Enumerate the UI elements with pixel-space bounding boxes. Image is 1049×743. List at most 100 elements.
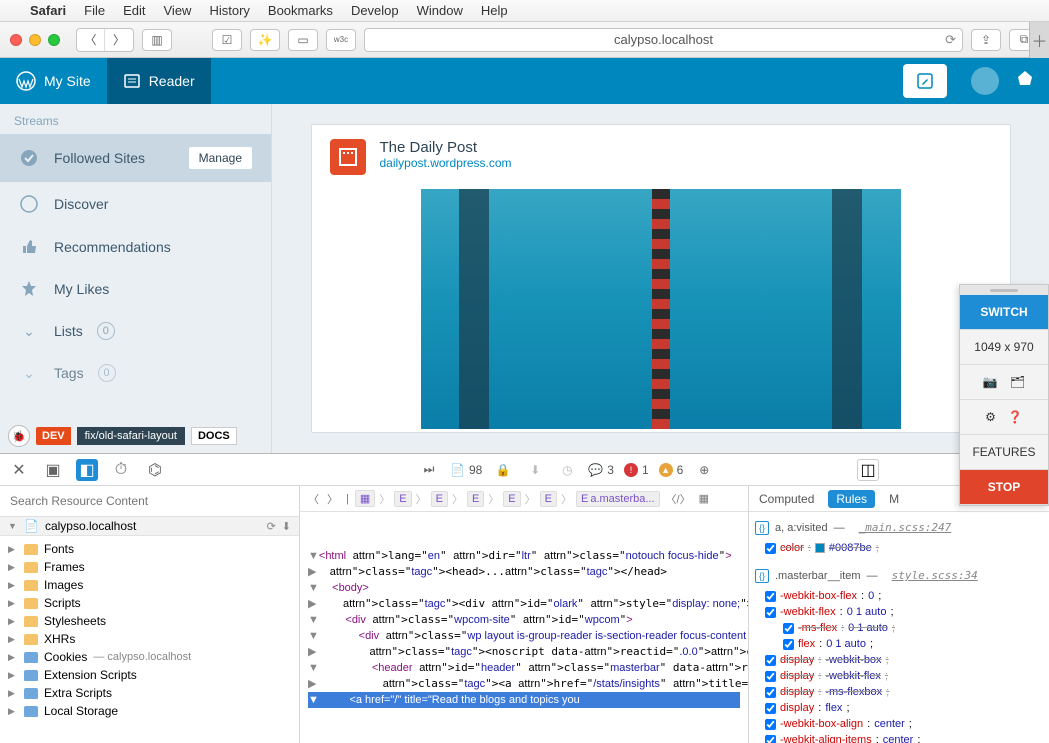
app-name[interactable]: Safari xyxy=(30,3,66,18)
zoom-window-button[interactable] xyxy=(48,34,60,46)
crumb-e5[interactable]: E xyxy=(540,491,557,507)
crumb-back[interactable]: 〈 xyxy=(306,491,321,507)
camera-icon[interactable]: 📷 xyxy=(983,375,998,389)
gear-icon[interactable]: ⚙ xyxy=(985,410,996,424)
source-code[interactable]: ▼<html attrn">lang="en" attrn">dir="ltr"… xyxy=(300,512,748,743)
bug-icon[interactable]: 🐞 xyxy=(8,425,30,447)
computed-tab[interactable]: Computed xyxy=(759,492,814,506)
menu-view[interactable]: View xyxy=(164,3,192,18)
download-icon[interactable]: ⟳ xyxy=(267,520,276,533)
crumb-leaf[interactable]: E a.masterba... xyxy=(576,491,660,507)
tool-icon-1[interactable]: ☑ xyxy=(212,29,242,51)
message-count[interactable]: 💬 3 xyxy=(588,463,614,477)
tree-folder[interactable]: ▶XHRs xyxy=(0,630,299,648)
reader-label: Reader xyxy=(149,73,195,89)
new-tab-button[interactable]: ＋ xyxy=(1029,22,1049,58)
stop-button[interactable]: STOP xyxy=(960,470,1048,505)
sidebar-item-discover[interactable]: Discover xyxy=(0,182,271,226)
sidebar-toggle-button[interactable]: ▥ xyxy=(142,29,172,51)
write-button[interactable] xyxy=(903,64,947,98)
elements-tab-icon[interactable]: ◧ xyxy=(76,459,98,481)
code-icon[interactable]: 〈/〉 xyxy=(664,491,693,507)
reader-sidebar: Streams Followed Sites Manage Discover R… xyxy=(0,104,272,453)
post-site-url[interactable]: dailypost.wordpress.com xyxy=(380,156,512,170)
tool-icon-2[interactable]: ▭ xyxy=(288,29,318,51)
crumb-e1[interactable]: E xyxy=(394,491,411,507)
close-window-button[interactable] xyxy=(10,34,22,46)
docs-badge[interactable]: DOCS xyxy=(191,427,237,445)
forward-button[interactable]: 〉 xyxy=(105,29,133,51)
menu-history[interactable]: History xyxy=(209,3,249,18)
sidebar-item-lists[interactable]: ⌄ Lists 0 xyxy=(0,310,271,352)
dev-overlay-panel[interactable]: SWITCH 1049 x 970 📷 🗂 ⚙ ❓ FEATURES STOP xyxy=(959,284,1049,506)
menu-develop[interactable]: Develop xyxy=(351,3,399,18)
tree-folder[interactable]: ▶Scripts xyxy=(0,594,299,612)
reader-link[interactable]: Reader xyxy=(107,58,211,104)
dock-side-button[interactable]: ◫ xyxy=(857,459,879,481)
sidebar-item-tags[interactable]: ⌄ Tags 0 xyxy=(0,352,271,394)
close-inspector-button[interactable]: ✕ xyxy=(8,459,30,481)
profile-avatar[interactable] xyxy=(971,67,999,95)
search-input[interactable] xyxy=(6,490,293,512)
wordpress-icon xyxy=(18,194,40,214)
tree-folder[interactable]: ▶Stylesheets xyxy=(0,612,299,630)
followed-label: Followed Sites xyxy=(54,150,145,166)
tree-folder[interactable]: ▶Fonts xyxy=(0,540,299,558)
menu-edit[interactable]: Edit xyxy=(123,3,145,18)
menu-file[interactable]: File xyxy=(84,3,105,18)
chevron-down-icon: ⌄ xyxy=(18,365,40,382)
crumb-root[interactable]: ▦ xyxy=(355,490,375,507)
branch-name[interactable]: fix/old-safari-layout xyxy=(77,427,185,445)
stack-icon[interactable]: 🗂 xyxy=(1010,375,1025,389)
w3c-icon[interactable]: w3c xyxy=(326,29,356,51)
mysite-link[interactable]: My Site xyxy=(0,58,107,104)
wand-icon[interactable]: ✨ xyxy=(250,29,280,51)
sidebar-item-followed[interactable]: Followed Sites Manage xyxy=(0,134,271,182)
rules-tab[interactable]: Rules xyxy=(828,490,875,508)
recommendations-label: Recommendations xyxy=(54,239,171,255)
overlay-tools: 📷 🗂 xyxy=(960,365,1048,400)
address-bar[interactable]: calypso.localhost ⟳ xyxy=(364,28,963,52)
tree-folder[interactable]: ▶Images xyxy=(0,576,299,594)
reader-icon xyxy=(123,72,141,90)
timer-icon[interactable]: ⏱ xyxy=(110,459,132,481)
help-icon[interactable]: ❓ xyxy=(1008,410,1023,424)
back-button[interactable]: 〈 xyxy=(77,29,105,51)
target-icon[interactable]: ⊕ xyxy=(693,459,715,481)
features-button[interactable]: FEATURES xyxy=(960,435,1048,470)
menu-window[interactable]: Window xyxy=(417,3,463,18)
step-icon[interactable]: ⏭ xyxy=(418,459,440,481)
tree-folder[interactable]: ▶Local Storage xyxy=(0,702,299,720)
tree-root[interactable]: calypso.localhost xyxy=(45,519,136,533)
nav-buttons: 〈 〉 xyxy=(76,28,134,52)
tree-folder[interactable]: ▶Cookies — calypso.localhost xyxy=(0,648,299,666)
crumb-e4[interactable]: E xyxy=(503,491,520,507)
refresh-icon[interactable]: ⬇ xyxy=(282,520,291,533)
sidebar-item-mylikes[interactable]: My Likes xyxy=(0,268,271,310)
menu-bookmarks[interactable]: Bookmarks xyxy=(268,3,333,18)
warning-count[interactable]: ▲6 xyxy=(659,463,684,477)
manage-button[interactable]: Manage xyxy=(188,146,253,170)
grid-icon[interactable]: ▦ xyxy=(697,492,711,505)
post-card[interactable]: The Daily Post dailypost.wordpress.com xyxy=(311,124,1011,433)
overlay-drag-handle[interactable] xyxy=(960,285,1048,295)
web-inspector: ✕ ▣ ◧ ⏱ ⌬ ⏭ 📄 98 🔒 ⬇ ◷ 💬 3 !1 ▲6 ⊕ ◫ ☰ ✕… xyxy=(0,453,1049,743)
menu-help[interactable]: Help xyxy=(481,3,508,18)
minimize-window-button[interactable] xyxy=(29,34,41,46)
error-count[interactable]: !1 xyxy=(624,463,649,477)
reload-icon[interactable]: ⟳ xyxy=(945,32,956,48)
more-tab[interactable]: M xyxy=(889,492,901,506)
crumb-e2[interactable]: E xyxy=(431,491,448,507)
tree-folder[interactable]: ▶Extension Scripts xyxy=(0,666,299,684)
bug-tab-icon[interactable]: ⌬ xyxy=(144,459,166,481)
tree-folder[interactable]: ▶Frames xyxy=(0,558,299,576)
switch-button[interactable]: SWITCH xyxy=(960,295,1048,330)
console-icon[interactable]: ▣ xyxy=(42,459,64,481)
notifications-icon[interactable] xyxy=(1015,69,1035,94)
tree-folder[interactable]: ▶Extra Scripts xyxy=(0,684,299,702)
tags-count: 0 xyxy=(98,364,116,382)
crumb-e3[interactable]: E xyxy=(467,491,484,507)
sidebar-item-recommendations[interactable]: Recommendations xyxy=(0,226,271,268)
crumb-fwd[interactable]: 〉 xyxy=(325,491,340,507)
share-icon[interactable]: ⇪ xyxy=(971,29,1001,51)
